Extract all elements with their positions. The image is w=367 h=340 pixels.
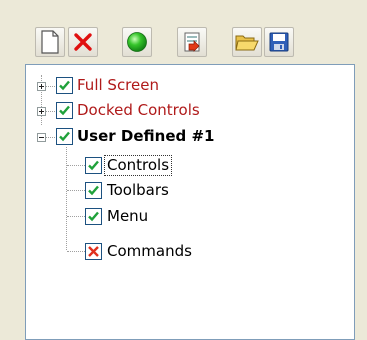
red-x-icon bbox=[88, 246, 99, 257]
check-icon bbox=[88, 160, 99, 171]
tree-item-label: User Defined #1 bbox=[77, 127, 215, 145]
tree-connector bbox=[45, 86, 55, 87]
export-document-icon bbox=[181, 31, 203, 53]
tree-item-label: Full Screen bbox=[77, 76, 159, 94]
expand-icon[interactable] bbox=[37, 82, 46, 91]
check-icon bbox=[59, 105, 70, 116]
checkbox-checked[interactable] bbox=[56, 128, 73, 145]
status-button[interactable] bbox=[122, 27, 152, 57]
new-button[interactable] bbox=[35, 27, 65, 57]
check-icon bbox=[88, 185, 99, 196]
tree-connector bbox=[45, 137, 55, 138]
tree-item-label: Controls bbox=[104, 155, 173, 176]
floppy-disk-icon bbox=[268, 31, 290, 53]
checkbox-checked[interactable] bbox=[85, 208, 102, 225]
green-circle-icon bbox=[126, 31, 148, 53]
checkbox-checked[interactable] bbox=[85, 157, 102, 174]
save-button[interactable] bbox=[264, 27, 294, 57]
tree-connector bbox=[66, 147, 67, 250]
tree-item-label: Docked Controls bbox=[77, 101, 200, 119]
tree-connector bbox=[45, 111, 55, 112]
delete-button[interactable] bbox=[68, 27, 98, 57]
check-icon bbox=[59, 131, 70, 142]
red-x-icon bbox=[73, 32, 93, 52]
expand-icon[interactable] bbox=[37, 107, 46, 116]
checkbox-checked[interactable] bbox=[85, 182, 102, 199]
check-icon bbox=[88, 211, 99, 222]
new-document-icon bbox=[40, 30, 60, 54]
tree-connector bbox=[67, 251, 85, 252]
tree-connector bbox=[67, 190, 85, 191]
checkbox-excluded[interactable] bbox=[85, 243, 102, 260]
tree-item-label: Commands bbox=[107, 242, 192, 260]
tree-item-label: Menu bbox=[107, 207, 149, 225]
open-button[interactable] bbox=[232, 27, 262, 57]
tree-panel[interactable]: Full Screen Docked Controls User Defined… bbox=[25, 64, 355, 340]
open-folder-icon bbox=[235, 31, 259, 53]
tree-item-label: Toolbars bbox=[107, 181, 169, 199]
checkbox-checked[interactable] bbox=[56, 77, 73, 94]
export-button[interactable] bbox=[177, 27, 207, 57]
tree-connector bbox=[67, 165, 85, 166]
tree-connector bbox=[67, 216, 85, 217]
check-icon bbox=[59, 80, 70, 91]
checkbox-checked[interactable] bbox=[56, 102, 73, 119]
collapse-icon[interactable] bbox=[37, 133, 46, 142]
